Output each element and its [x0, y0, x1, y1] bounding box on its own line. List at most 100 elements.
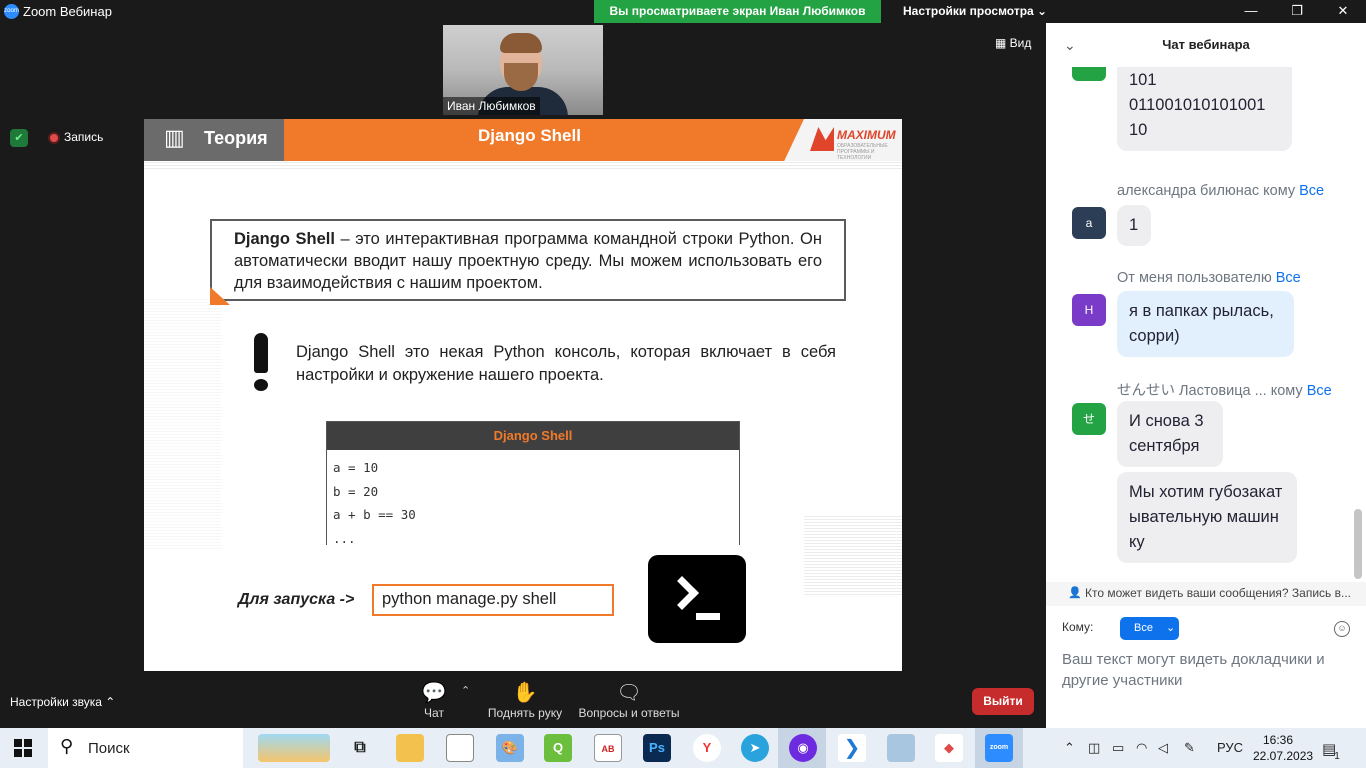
qa-label: Вопросы и ответы	[578, 706, 680, 720]
chat-message-bubble: 010100101001010 101 011001010101001 10	[1117, 67, 1292, 151]
minimize-button[interactable]: —	[1228, 0, 1274, 23]
app-title: Zoom Вебинар	[23, 4, 112, 19]
emoji-icon[interactable]: ☺	[1334, 621, 1350, 637]
recipient-row: Кому: Все ⌄	[1062, 617, 1179, 640]
exclamation-icon	[250, 333, 270, 393]
speaker-video[interactable]: Иван Любимков	[443, 25, 603, 115]
qa-button[interactable]: 🗨 Вопросы и ответы	[576, 680, 682, 720]
restore-button[interactable]: ❐	[1274, 0, 1320, 23]
notepad-icon[interactable]	[887, 734, 915, 762]
leave-button[interactable]: Выйти	[972, 688, 1034, 715]
message-recipient[interactable]: Все	[1276, 270, 1301, 286]
photoshop-icon[interactable]: Ps	[643, 734, 671, 762]
tray-chevron-icon[interactable]: ⌃	[1064, 740, 1075, 756]
vscode-icon[interactable]: ❯	[838, 734, 866, 762]
clock[interactable]: 16:36 22.07.2023	[1253, 732, 1313, 764]
zoom-taskbar-icon[interactable]: zoom	[985, 734, 1013, 762]
message-sender: せんせい Ластовица ...	[1117, 383, 1267, 399]
discord-icon[interactable]: ◉	[789, 734, 817, 762]
battery-icon[interactable]: ▭	[1112, 740, 1124, 756]
chat-message-bubble: я в папках рылась, сорри)	[1117, 291, 1294, 357]
chat-message-bubble: Мы хотим губозакатывательную машинку	[1117, 472, 1297, 563]
raise-hand-button[interactable]: ✋ Поднять руку	[484, 680, 566, 720]
message-meta: От меня пользователю Все	[1117, 270, 1301, 286]
chat-messages[interactable]: 010100101001010 101 011001010101001 10 а…	[1046, 67, 1366, 582]
code-line: b = 20	[333, 483, 379, 499]
chat-title: Чат вебинара	[1162, 37, 1250, 52]
chat-bubble-icon: 💬	[421, 682, 447, 704]
definition-box: Django Shell – это интерактивная програм…	[210, 219, 846, 301]
raise-hand-label: Поднять руку	[487, 706, 563, 720]
avatar: Н	[1072, 294, 1106, 326]
chat-button[interactable]: 💬 Чат	[418, 680, 450, 720]
meet-icon[interactable]: ◫	[1088, 740, 1100, 756]
message-meta: せんせい Ластовица ... кому Все	[1117, 379, 1332, 400]
network-icon[interactable]: ◠	[1136, 740, 1147, 756]
record-label: Запись	[64, 130, 104, 145]
title-bar: zoom Zoom Вебинар Вы просматриваете экра…	[0, 0, 1366, 23]
shell-code: a = 10 b = 20 a + b == 30 ...	[327, 450, 739, 545]
task-view-icon[interactable]: ⧉	[346, 734, 374, 762]
decor-stripes-right	[804, 515, 902, 595]
taskbar-search-label: Поиск	[88, 740, 130, 757]
note-text: Django Shell это некая Python консоль, к…	[296, 343, 836, 384]
document-icon[interactable]	[446, 734, 474, 762]
weather-hammock-icon[interactable]	[258, 734, 330, 762]
clock-time: 16:36	[1262, 733, 1294, 747]
decor-stripes-left	[144, 299, 222, 549]
avatar: а	[1072, 207, 1106, 239]
terminal-icon	[648, 555, 746, 643]
speaker-name: Иван Любимков	[443, 97, 540, 115]
security-shield-icon[interactable]: ✔	[10, 129, 28, 147]
taskbar-search[interactable]: ⚲ Поиск	[48, 728, 243, 768]
who-can-see-notice[interactable]: 👤 Кто может видеть ваши сообщения? Запис…	[1046, 582, 1366, 606]
file-explorer-icon[interactable]	[396, 734, 424, 762]
sound-settings-button[interactable]: Настройки звука ⌃	[10, 695, 115, 709]
close-button[interactable]: ✕	[1320, 0, 1366, 23]
message-sender: александра билюнас	[1117, 183, 1260, 199]
chat-scrollbar[interactable]	[1354, 509, 1362, 579]
code-line: a = 10	[333, 460, 379, 475]
code-line: ...	[333, 530, 356, 546]
colorful-app-icon[interactable]: ◆	[935, 734, 963, 762]
book-icon: ▥	[164, 125, 185, 150]
dropdown-chevron-icon: ⌄	[1166, 622, 1176, 634]
language-indicator[interactable]: РУС	[1217, 740, 1243, 755]
recipient-dropdown[interactable]: Все ⌄	[1120, 617, 1179, 640]
header-stripes	[144, 161, 902, 169]
view-button[interactable]: ▦ Вид	[995, 36, 1031, 50]
chat-button-label: Чат	[424, 706, 444, 720]
notifications-icon[interactable]: ▤1	[1322, 740, 1342, 762]
message-recipient[interactable]: Все	[1307, 383, 1332, 399]
maximum-logo-text: MAXIMUM	[837, 128, 896, 142]
chat-message-bubble: 1	[1117, 205, 1151, 246]
slide-section: Теория	[204, 128, 268, 148]
maximum-logo: MAXIMUM ОБРАЗОВАТЕЛЬНЫЕ ПРОГРАММЫ И ТЕХН…	[810, 125, 898, 161]
chat-panel: ⌄ Чат вебинара 010100101001010 101 01100…	[1046, 23, 1366, 728]
qa-icon: 🗨	[616, 682, 642, 704]
recipient-value: Все	[1134, 622, 1153, 634]
view-settings-button[interactable]: Настройки просмотра ⌄	[903, 4, 1047, 18]
abbyy-icon[interactable]: AB	[594, 734, 622, 762]
avatar	[1072, 67, 1106, 81]
windows-taskbar: ⚲ Поиск ⧉ 🎨 Q AB Ps Y ➤ ◉ ❯ ◆ zoom ⌃ ◫ ▭…	[0, 728, 1366, 768]
recording-indicator: ✔ Запись	[10, 129, 103, 147]
qgis-icon[interactable]: Q	[544, 734, 572, 762]
telegram-icon[interactable]: ➤	[741, 734, 769, 762]
screen-share-banner: Вы просматриваете экран Иван Любимков	[594, 0, 881, 23]
yandex-browser-icon[interactable]: Y	[693, 734, 721, 762]
shell-example: Django Shell a = 10 b = 20 a + b == 30 .…	[326, 421, 740, 545]
windows-start-icon[interactable]	[14, 739, 32, 757]
record-dot-icon	[48, 132, 60, 144]
search-icon: ⚲	[60, 736, 74, 756]
chat-input[interactable]: Ваш текст могут видеть докладчики и друг…	[1062, 649, 1352, 691]
message-to-label: кому	[1263, 183, 1296, 199]
volume-icon[interactable]: ◁	[1158, 740, 1168, 756]
maximum-logo-mark	[810, 127, 834, 151]
speaker-hair	[500, 33, 542, 53]
chat-options-chevron-icon[interactable]: ⌃	[461, 684, 470, 697]
presentation-slide: ▥ Теория Django Shell MAXIMUM ОБРАЗОВАТЕ…	[144, 119, 902, 671]
paint-icon[interactable]: 🎨	[496, 734, 524, 762]
pen-icon[interactable]: ✎	[1184, 740, 1195, 756]
message-recipient[interactable]: Все	[1299, 183, 1324, 199]
